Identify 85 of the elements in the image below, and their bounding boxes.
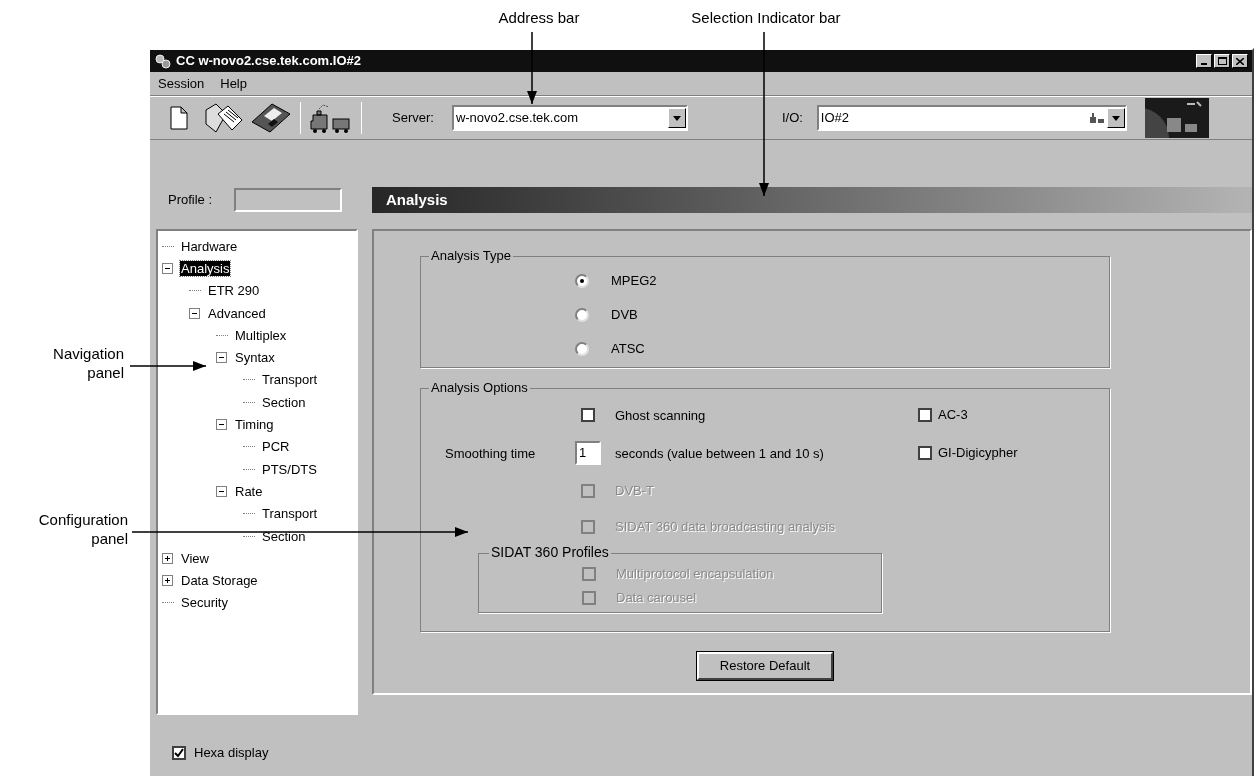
io-combo-box[interactable]: IO#2: [816, 105, 1127, 131]
smoothing-time-label: Smoothing time: [445, 446, 536, 461]
smoothing-time-field[interactable]: 1: [575, 441, 601, 465]
close-button[interactable]: [1232, 54, 1248, 68]
callout-label: Address bar: [497, 8, 581, 27]
tree-connector: [189, 290, 201, 292]
server-label: Server:: [392, 109, 434, 128]
tree-connector: [243, 468, 255, 470]
group-title: Analysis Type: [429, 248, 513, 264]
tree-connector: [243, 535, 255, 537]
radio-label: ATSC: [611, 340, 645, 359]
checkbox[interactable]: [918, 408, 932, 422]
tree-connector: [216, 334, 228, 336]
tree-item[interactable]: Rate: [234, 483, 264, 499]
section-heading: Analysis: [386, 189, 448, 210]
tree-item[interactable]: PCR: [261, 439, 291, 455]
tree-item[interactable]: Advanced: [207, 305, 267, 321]
gears-icon: [154, 53, 172, 69]
collapse-icon[interactable]: [216, 419, 227, 430]
radio-button[interactable]: [575, 274, 589, 288]
menu-item[interactable]: Session: [158, 73, 205, 94]
radio-label: DVB: [611, 306, 638, 325]
collapse-icon[interactable]: [162, 262, 173, 274]
checkbox-label: Ghost scanning: [615, 408, 706, 423]
checkbox-label: Hexa display: [194, 744, 269, 762]
tree-item[interactable]: View: [180, 550, 210, 566]
tree-item[interactable]: Timing: [234, 417, 275, 432]
checkbox-label: SIDAT 360 data broadcasting analysis: [615, 518, 835, 537]
minimize-icon: [1201, 63, 1207, 65]
radio-button[interactable]: [575, 308, 589, 322]
tree-connector: [243, 513, 255, 515]
window-title: CC w-novo2.cse.tek.com.IO#2: [176, 52, 362, 71]
open-pages-icon[interactable]: [204, 102, 244, 134]
server-combo-box[interactable]: w-novo2.cse.tek.com: [451, 105, 688, 131]
tree-item[interactable]: Transport: [261, 506, 319, 522]
close-icon: [1236, 57, 1244, 65]
checkbox[interactable]: [172, 745, 186, 760]
restore-default-button[interactable]: Restore Default: [697, 652, 833, 680]
tree-connector: [243, 379, 255, 381]
callout-label: Selection Indicator bar: [690, 8, 842, 27]
group-title: Analysis Options: [429, 380, 530, 396]
callout-label: Navigation panel: [52, 344, 124, 382]
profile-field[interactable]: [234, 188, 342, 212]
dropdown-button[interactable]: [667, 108, 686, 128]
radio-button[interactable]: [575, 342, 589, 356]
checkbox-label: Multiprotocol encapsulation: [616, 565, 774, 584]
io-label: I/O:: [781, 109, 803, 128]
callout-label: Configuration panel: [37, 510, 128, 548]
profile-label: Profile :: [167, 191, 214, 210]
units-hint: seconds (value between 1 and 10 s): [615, 446, 824, 461]
tree-item[interactable]: Section: [261, 528, 307, 544]
tree-item[interactable]: Syntax: [234, 350, 276, 366]
checkbox-label: GI-Digicypher: [938, 444, 1018, 463]
collapse-icon[interactable]: [189, 307, 200, 319]
expand-icon[interactable]: [162, 552, 173, 564]
tree-connector: [162, 602, 174, 604]
checkbox-label: Data carousel: [616, 589, 697, 608]
new-document-icon[interactable]: [170, 106, 188, 130]
tree-item[interactable]: Transport: [261, 372, 319, 388]
collapse-icon[interactable]: [216, 352, 227, 364]
tree-item[interactable]: Data Storage: [180, 573, 259, 589]
maximize-icon: [1217, 57, 1227, 65]
checkbox-label: AC-3: [938, 406, 968, 425]
tree-item[interactable]: Section: [261, 394, 307, 410]
tree-connector: [243, 446, 255, 448]
tree-item[interactable]: Analysis: [180, 260, 231, 276]
tree-item[interactable]: Security: [180, 595, 229, 611]
checkbox[interactable]: [918, 446, 932, 460]
tree-item[interactable]: PTS/DTS: [261, 461, 318, 477]
collapse-icon[interactable]: [216, 485, 227, 497]
tree-item[interactable]: ETR 290: [207, 283, 261, 299]
radio-label: MPEG2: [611, 272, 657, 291]
minimize-button[interactable]: [1196, 54, 1212, 68]
maximize-button[interactable]: [1214, 54, 1230, 68]
caret-icon: [1111, 115, 1120, 121]
menu-item[interactable]: Help: [220, 73, 247, 94]
expand-icon[interactable]: [162, 575, 173, 587]
tree-connector: [162, 245, 174, 247]
tree-connector: [243, 401, 255, 403]
checkbox-label: DVB-T: [615, 482, 654, 501]
caret-icon: [672, 115, 681, 121]
checkbox[interactable]: [581, 408, 595, 422]
dropdown-button[interactable]: [1106, 108, 1125, 128]
tree-item[interactable]: Multiplex: [234, 327, 288, 343]
tree-item[interactable]: Hardware: [180, 238, 239, 254]
